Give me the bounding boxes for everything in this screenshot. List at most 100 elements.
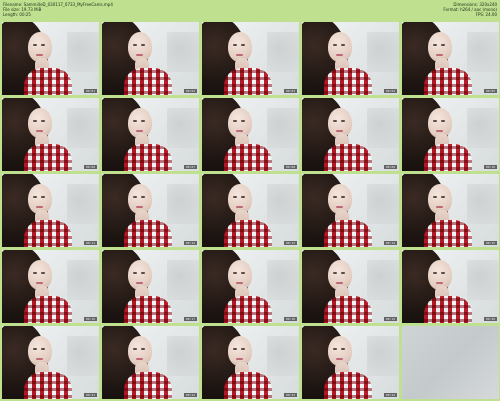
thumbnail[interactable]: 00:05 [402,22,499,95]
timestamp: 00:04 [383,89,397,93]
thumbnail[interactable]: 00:03 [202,22,299,95]
timestamp: 00:23 [283,393,297,397]
timestamp: 00:11 [83,241,97,245]
thumbnail[interactable]: 00:08 [202,98,299,171]
plaid-shirt [324,296,372,323]
thumbnail[interactable]: 00:18 [202,250,299,323]
thumbnail[interactable]: 00:10 [402,98,499,171]
lips [336,206,343,208]
left-eye [233,120,237,122]
lips [436,206,443,208]
timestamp: 00:10 [483,165,497,169]
thumbnail[interactable]: 00:23 [202,326,299,399]
left-eye [233,44,237,46]
wall-shadow [267,260,299,300]
lips [436,54,443,56]
right-eye [241,348,245,350]
left-eye [233,272,237,274]
header-left: Filename: Sammi4eD_030117_0733_MyFreeCam… [3,2,113,17]
wall-shadow [167,108,199,148]
thumbnail[interactable]: 00:15 [402,174,499,247]
left-eye [133,44,137,46]
thumbnail[interactable]: 00:01 [2,22,99,95]
thumbnail[interactable]: 00:06 [2,98,99,171]
lips [36,206,43,208]
lips [236,54,243,56]
left-eye [233,348,237,350]
right-eye [41,44,45,46]
timestamp: 00:03 [283,89,297,93]
plaid-shirt [124,144,172,171]
right-eye [441,44,445,46]
right-eye [341,120,345,122]
left-eye [333,348,337,350]
lips [236,206,243,208]
left-eye [33,120,37,122]
thumbnail[interactable]: 00:19 [302,250,399,323]
thumbnail[interactable]: 00:24 [302,326,399,399]
plaid-shirt [124,220,172,247]
right-eye [341,272,345,274]
right-eye [241,120,245,122]
wall-shadow [67,336,99,376]
wall-shadow [467,108,499,148]
timestamp: 00:16 [83,317,97,321]
length-line: Length: 00:25 [3,12,31,17]
right-eye [41,348,45,350]
thumbnail[interactable]: 00:17 [102,250,199,323]
thumbnail-background [402,326,499,399]
wall-shadow [367,108,399,148]
thumbnail[interactable]: 00:12 [102,174,199,247]
timestamp: 00:24 [383,393,397,397]
right-eye [41,272,45,274]
thumbnail[interactable]: 00:22 [102,326,199,399]
right-eye [141,196,145,198]
lips [336,282,343,284]
left-eye [333,120,337,122]
thumbnail[interactable]: 00:21 [2,326,99,399]
wall-shadow [467,184,499,224]
timestamp: 00:18 [283,317,297,321]
timestamp: 00:09 [383,165,397,169]
plaid-shirt [24,220,72,247]
plaid-shirt [224,220,272,247]
right-eye [441,272,445,274]
wall-shadow [467,32,499,72]
thumbnail-blank[interactable] [402,326,499,399]
left-eye [133,272,137,274]
timestamp: 00:14 [383,241,397,245]
lips [236,282,243,284]
thumbnail-grid: 00:01 00:02 00:03 00:04 00:05 00:06 00:0… [2,22,500,399]
right-eye [341,196,345,198]
lips [136,282,143,284]
thumbnail[interactable]: 00:11 [2,174,99,247]
timestamp: 00:15 [483,241,497,245]
wall-shadow [167,336,199,376]
right-eye [141,120,145,122]
timestamp: 00:01 [83,89,97,93]
lips [436,130,443,132]
thumbnail[interactable]: 00:20 [402,250,499,323]
thumbnail[interactable]: 00:02 [102,22,199,95]
plaid-shirt [224,296,272,323]
right-eye [341,44,345,46]
thumbnail[interactable]: 00:04 [302,22,399,95]
left-eye [33,272,37,274]
wall-shadow [67,260,99,300]
right-eye [141,44,145,46]
thumbnail[interactable]: 00:07 [102,98,199,171]
left-eye [33,44,37,46]
thumbnail[interactable]: 00:16 [2,250,99,323]
thumbnail[interactable]: 00:14 [302,174,399,247]
plaid-shirt [224,372,272,399]
plaid-shirt [224,68,272,95]
right-eye [341,348,345,350]
thumbnail[interactable]: 00:09 [302,98,399,171]
lips [136,206,143,208]
timestamp: 00:06 [83,165,97,169]
thumbnail[interactable]: 00:13 [202,174,299,247]
wall-shadow [367,336,399,376]
timestamp: 00:07 [183,165,197,169]
lips [336,358,343,360]
wall-shadow [167,184,199,224]
